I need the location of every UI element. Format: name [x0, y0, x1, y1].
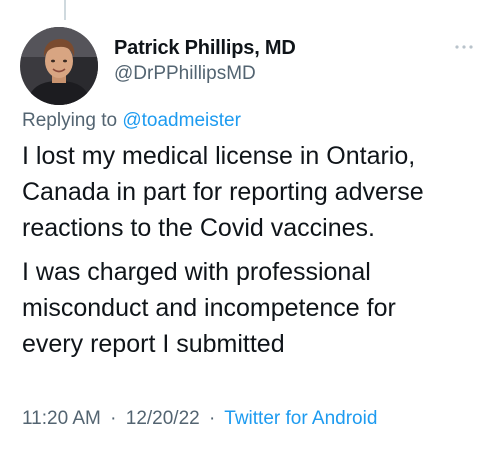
author-handle[interactable]: @DrPPhillipsMD: [114, 63, 256, 85]
thread-connector-line: [64, 0, 66, 20]
tweet-time[interactable]: 11:20 AM: [22, 408, 101, 429]
tweet-metadata: 11:20 AM · 12/20/22 · Twitter for Androi…: [22, 408, 377, 430]
meta-separator: ·: [110, 408, 117, 429]
replying-to-prefix: Replying to: [22, 110, 118, 131]
tweet-text: I lost my medical license in Ontario, Ca…: [22, 138, 492, 362]
tweet-date[interactable]: 12/20/22: [126, 408, 200, 429]
tweet-paragraph: I was charged with professional miscondu…: [22, 258, 396, 358]
avatar-photo-icon: [20, 27, 98, 105]
author-display-name[interactable]: Patrick Phillips, MD: [114, 37, 296, 60]
replying-to: Replying to @toadmeister: [22, 110, 241, 132]
tweet-paragraph: I lost my medical license in Ontario, Ca…: [22, 142, 424, 242]
more-options-icon[interactable]: [452, 40, 476, 52]
avatar[interactable]: [20, 27, 98, 105]
meta-separator: ·: [209, 408, 216, 429]
reply-mention-link[interactable]: @toadmeister: [122, 110, 241, 131]
tweet-source-link[interactable]: Twitter for Android: [224, 408, 377, 429]
